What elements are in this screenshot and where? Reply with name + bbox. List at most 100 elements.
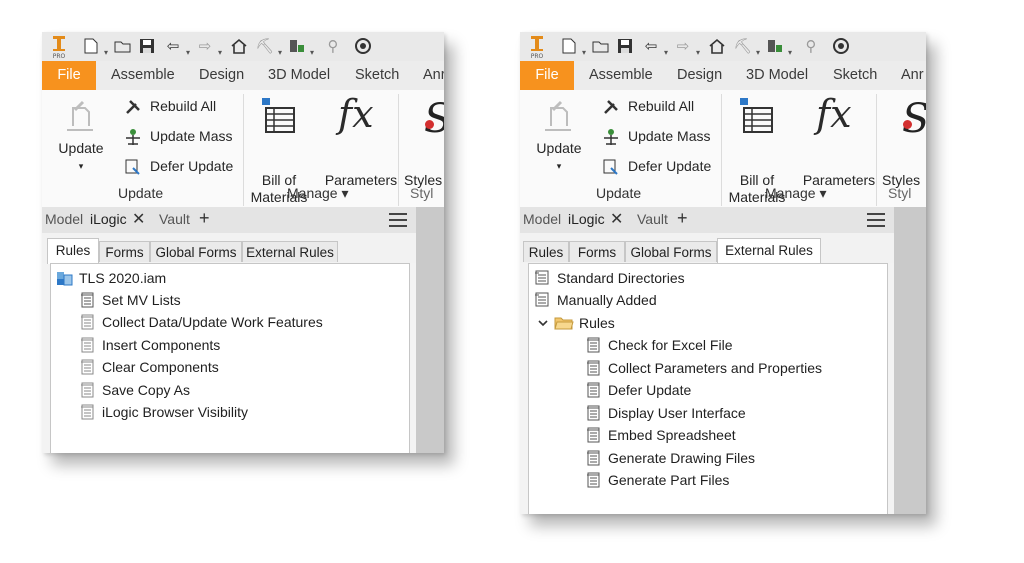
update-icon[interactable] bbox=[63, 98, 97, 134]
appearance-icon[interactable] bbox=[764, 35, 786, 57]
new-dropdown-icon[interactable]: ▾ bbox=[580, 41, 588, 63]
browser-tab-model[interactable]: Model bbox=[45, 211, 83, 227]
ilogic-tab-forms[interactable]: Forms bbox=[99, 241, 150, 262]
material-icon[interactable]: ⚲ bbox=[800, 35, 822, 57]
ilogic-tab-forms[interactable]: Forms bbox=[569, 241, 625, 262]
appearance-dropdown-icon[interactable]: ▾ bbox=[786, 41, 794, 63]
rebuild-all-button[interactable]: Rebuild All bbox=[150, 98, 216, 114]
redo-icon[interactable]: ⇨ bbox=[194, 35, 216, 57]
tab-3d-model[interactable]: 3D Model bbox=[746, 61, 808, 90]
tab-design[interactable]: Design bbox=[199, 61, 244, 90]
tree-item-directory[interactable]: Standard Directories bbox=[534, 268, 685, 288]
inventor-logo[interactable]: PRO bbox=[50, 35, 70, 59]
hamburger-menu-icon[interactable] bbox=[388, 212, 408, 228]
tab-assemble[interactable]: Assemble bbox=[589, 61, 653, 90]
group-manage-label[interactable]: Manage ▾ bbox=[287, 185, 349, 202]
tree-item-rule[interactable]: iLogic Browser Visibility bbox=[79, 402, 248, 422]
close-icon[interactable]: ✕ bbox=[610, 209, 623, 229]
redo-dropdown-icon[interactable]: ▾ bbox=[216, 41, 224, 63]
tree-item-rule[interactable]: Set MV Lists bbox=[79, 290, 181, 310]
chevron-down-icon[interactable] bbox=[537, 317, 549, 329]
defer-update-button[interactable]: Defer Update bbox=[628, 158, 711, 174]
update-mass-button[interactable]: Update Mass bbox=[628, 128, 710, 144]
tree-item-rule[interactable]: Check for Excel File bbox=[585, 335, 732, 355]
home-icon[interactable] bbox=[228, 35, 250, 57]
parameters-icon[interactable]: fx bbox=[338, 92, 374, 136]
tab-3d-model[interactable]: 3D Model bbox=[268, 61, 330, 90]
group-manage-label[interactable]: Manage ▾ bbox=[765, 185, 827, 202]
close-icon[interactable]: ✕ bbox=[132, 209, 145, 229]
settings-icon[interactable] bbox=[830, 35, 852, 57]
tab-design[interactable]: Design bbox=[677, 61, 722, 90]
browser-tab-ilogic[interactable]: iLogic bbox=[568, 211, 605, 227]
browser-tab-vault[interactable]: Vault bbox=[159, 211, 190, 227]
redo-dropdown-icon[interactable]: ▾ bbox=[694, 41, 702, 63]
tab-sketch[interactable]: Sketch bbox=[833, 61, 877, 90]
styles-icon[interactable]: S bbox=[424, 96, 444, 142]
update-dropdown-icon[interactable]: ▾ bbox=[52, 158, 110, 175]
tree-item-folder[interactable]: Rules bbox=[537, 313, 615, 333]
undo-dropdown-icon[interactable]: ▾ bbox=[184, 41, 192, 63]
tab-assemble[interactable]: Assemble bbox=[111, 61, 175, 90]
rebuild-all-button[interactable]: Rebuild All bbox=[628, 98, 694, 114]
ilogic-tab-global-forms[interactable]: Global Forms bbox=[625, 241, 717, 262]
bill-of-materials-icon[interactable] bbox=[260, 96, 298, 136]
add-tab-icon[interactable]: + bbox=[677, 208, 688, 229]
undo-icon[interactable]: ⇦ bbox=[162, 35, 184, 57]
browser-tab-ilogic[interactable]: iLogic bbox=[90, 211, 127, 227]
save-icon[interactable] bbox=[136, 35, 158, 57]
tree-item-rule[interactable]: Defer Update bbox=[585, 380, 691, 400]
tree-item-rule[interactable]: Insert Components bbox=[79, 335, 220, 355]
open-folder-icon[interactable] bbox=[112, 35, 134, 57]
open-folder-icon[interactable] bbox=[590, 35, 612, 57]
new-file-icon[interactable] bbox=[558, 35, 580, 57]
home-icon[interactable] bbox=[706, 35, 728, 57]
tree-item-rule[interactable]: Clear Components bbox=[79, 357, 219, 377]
update-dropdown-icon[interactable]: ▾ bbox=[530, 158, 588, 175]
ilogic-tab-rules[interactable]: Rules bbox=[523, 241, 569, 262]
redo-icon[interactable]: ⇨ bbox=[672, 35, 694, 57]
inventor-logo[interactable]: PRO bbox=[528, 35, 548, 59]
new-file-icon[interactable] bbox=[80, 35, 102, 57]
add-tab-icon[interactable]: + bbox=[199, 208, 210, 229]
ilogic-tab-rules[interactable]: Rules bbox=[47, 238, 99, 264]
undo-icon[interactable]: ⇦ bbox=[640, 35, 662, 57]
new-dropdown-icon[interactable]: ▾ bbox=[102, 41, 110, 63]
update-button-label[interactable]: Update bbox=[52, 140, 110, 157]
tree-item-assembly[interactable]: TLS 2020.iam bbox=[56, 268, 166, 288]
browser-tab-model[interactable]: Model bbox=[523, 211, 561, 227]
update-icon[interactable] bbox=[541, 98, 575, 134]
update-button-label[interactable]: Update bbox=[530, 140, 588, 157]
tree-item-rule[interactable]: Generate Part Files bbox=[585, 470, 729, 490]
tab-file[interactable]: File bbox=[520, 61, 574, 90]
appearance-icon[interactable] bbox=[286, 35, 308, 57]
tree-item-rule[interactable]: Generate Drawing Files bbox=[585, 448, 755, 468]
tab-annotate[interactable]: Anr bbox=[423, 61, 444, 90]
tab-file[interactable]: File bbox=[42, 61, 96, 90]
tree-item-rule[interactable]: Save Copy As bbox=[79, 380, 190, 400]
tab-annotate[interactable]: Anr bbox=[901, 61, 924, 90]
tree-item-rule[interactable]: Collect Data/Update Work Features bbox=[79, 312, 323, 332]
project-dropdown-icon[interactable]: ▾ bbox=[276, 41, 284, 63]
project-icon[interactable]: ⛏ bbox=[732, 35, 754, 57]
save-icon[interactable] bbox=[614, 35, 636, 57]
tab-sketch[interactable]: Sketch bbox=[355, 61, 399, 90]
tree-item-rule[interactable]: Embed Spreadsheet bbox=[585, 425, 736, 445]
bill-of-materials-icon[interactable] bbox=[738, 96, 776, 136]
ilogic-tab-global-forms[interactable]: Global Forms bbox=[150, 241, 242, 262]
defer-update-button[interactable]: Defer Update bbox=[150, 158, 233, 174]
material-icon[interactable]: ⚲ bbox=[322, 35, 344, 57]
tree-item-rule[interactable]: Collect Parameters and Properties bbox=[585, 358, 822, 378]
update-mass-button[interactable]: Update Mass bbox=[150, 128, 232, 144]
styles-icon[interactable]: S bbox=[902, 96, 926, 142]
undo-dropdown-icon[interactable]: ▾ bbox=[662, 41, 670, 63]
appearance-dropdown-icon[interactable]: ▾ bbox=[308, 41, 316, 63]
ilogic-tab-external-rules[interactable]: External Rules bbox=[242, 241, 338, 262]
tree-item-rule[interactable]: Display User Interface bbox=[585, 403, 746, 423]
browser-tab-vault[interactable]: Vault bbox=[637, 211, 668, 227]
ilogic-tab-external-rules[interactable]: External Rules bbox=[717, 238, 821, 264]
settings-icon[interactable] bbox=[352, 35, 374, 57]
tree-item-directory[interactable]: Manually Added bbox=[534, 290, 657, 310]
project-dropdown-icon[interactable]: ▾ bbox=[754, 41, 762, 63]
hamburger-menu-icon[interactable] bbox=[866, 212, 886, 228]
